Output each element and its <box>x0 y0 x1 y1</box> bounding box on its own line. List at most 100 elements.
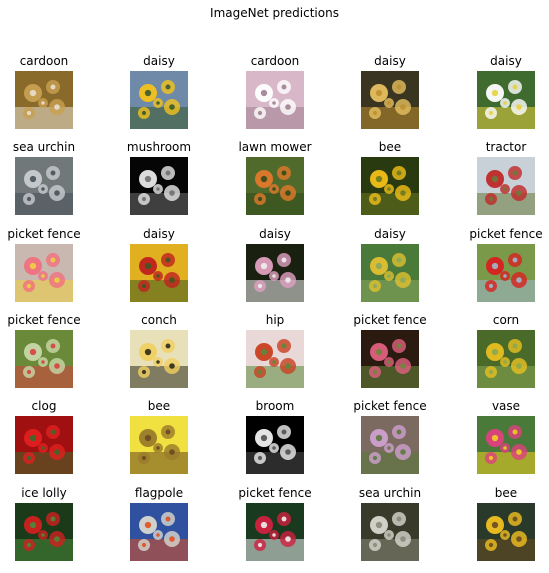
flower-photo-image <box>130 71 188 129</box>
prediction-cell: daisy <box>335 54 445 141</box>
flower-photo <box>477 503 535 561</box>
prediction-label: picket fence <box>238 486 312 500</box>
flower-photo-image <box>361 503 419 561</box>
prediction-label: vase <box>491 399 521 413</box>
flower-photo <box>477 71 535 129</box>
prediction-cell: clog <box>0 399 99 486</box>
prediction-cell: bee <box>104 399 214 486</box>
flower-photo <box>15 330 73 388</box>
prediction-label: tractor <box>485 140 527 154</box>
flower-photo-image <box>130 503 188 561</box>
prediction-label: daisy <box>374 54 406 68</box>
flower-photo <box>361 71 419 129</box>
flower-photo-image <box>246 330 304 388</box>
prediction-cell: cardoon <box>220 54 330 141</box>
prediction-cell: lawn mower <box>220 140 330 227</box>
flower-photo <box>477 157 535 215</box>
prediction-label: picket fence <box>353 313 427 327</box>
flower-photo-image <box>477 330 535 388</box>
prediction-label: daisy <box>259 227 291 241</box>
flower-photo-image <box>246 416 304 474</box>
flower-photo-image <box>361 157 419 215</box>
flower-photo-image <box>130 416 188 474</box>
prediction-cell: bee <box>451 486 549 573</box>
flower-photo <box>246 330 304 388</box>
prediction-cell: picket fence <box>0 313 99 400</box>
prediction-label: picket fence <box>7 227 81 241</box>
prediction-cell: picket fence <box>0 227 99 314</box>
prediction-cell: daisy <box>104 54 214 141</box>
flower-photo <box>361 244 419 302</box>
flower-photo <box>477 330 535 388</box>
prediction-label: hip <box>265 313 285 327</box>
flower-photo-image <box>246 244 304 302</box>
flower-photo-image <box>15 416 73 474</box>
prediction-cell: sea urchin <box>0 140 99 227</box>
flower-photo <box>477 244 535 302</box>
prediction-cell: flagpole <box>104 486 214 573</box>
prediction-label: clog <box>31 399 57 413</box>
prediction-cell: bee <box>335 140 445 227</box>
flower-photo-image <box>477 244 535 302</box>
prediction-label: conch <box>141 313 177 327</box>
prediction-cell: ice lolly <box>0 486 99 573</box>
flower-photo <box>15 244 73 302</box>
flower-photo <box>361 330 419 388</box>
flower-photo <box>15 503 73 561</box>
prediction-label: daisy <box>143 227 175 241</box>
flower-photo <box>246 416 304 474</box>
prediction-label: ice lolly <box>21 486 67 500</box>
prediction-cell: broom <box>220 399 330 486</box>
flower-photo-image <box>477 157 535 215</box>
prediction-cell: sea urchin <box>335 486 445 573</box>
flower-photo-image <box>15 244 73 302</box>
flower-photo-image <box>15 330 73 388</box>
prediction-label: bee <box>378 140 402 154</box>
prediction-label: mushroom <box>126 140 192 154</box>
flower-photo-image <box>477 503 535 561</box>
prediction-label: corn <box>492 313 520 327</box>
flower-photo-image <box>361 244 419 302</box>
prediction-label: bee <box>494 486 518 500</box>
flower-photo-image <box>246 71 304 129</box>
flower-photo <box>130 330 188 388</box>
prediction-cell: picket fence <box>220 486 330 573</box>
figure-title: ImageNet predictions <box>210 6 339 20</box>
prediction-label: lawn mower <box>238 140 312 154</box>
flower-photo <box>246 157 304 215</box>
flower-photo-image <box>130 330 188 388</box>
flower-photo-image <box>361 416 419 474</box>
prediction-label: daisy <box>490 54 522 68</box>
prediction-label: flagpole <box>134 486 184 500</box>
flower-photo-image <box>361 71 419 129</box>
flower-photo-image <box>130 157 188 215</box>
flower-photo <box>246 244 304 302</box>
prediction-cell: cardoon <box>0 54 99 141</box>
flower-photo <box>130 244 188 302</box>
flower-photo-image <box>130 244 188 302</box>
prediction-label: cardoon <box>19 54 69 68</box>
prediction-cell: daisy <box>335 227 445 314</box>
prediction-label: daisy <box>374 227 406 241</box>
flower-photo-image <box>15 157 73 215</box>
flower-photo <box>477 416 535 474</box>
prediction-cell: vase <box>451 399 549 486</box>
flower-photo <box>361 503 419 561</box>
prediction-cell: daisy <box>451 54 549 141</box>
prediction-cell: daisy <box>104 227 214 314</box>
prediction-cell: daisy <box>220 227 330 314</box>
flower-photo-image <box>15 71 73 129</box>
flower-photo <box>130 71 188 129</box>
prediction-label: cardoon <box>250 54 300 68</box>
flower-photo <box>246 71 304 129</box>
prediction-label: daisy <box>143 54 175 68</box>
prediction-cell: hip <box>220 313 330 400</box>
flower-photo-image <box>477 416 535 474</box>
prediction-cell: mushroom <box>104 140 214 227</box>
prediction-label: picket fence <box>353 399 427 413</box>
flower-photo <box>246 503 304 561</box>
flower-photo <box>15 157 73 215</box>
flower-photo-image <box>361 330 419 388</box>
prediction-label: bee <box>147 399 171 413</box>
prediction-cell: tractor <box>451 140 549 227</box>
